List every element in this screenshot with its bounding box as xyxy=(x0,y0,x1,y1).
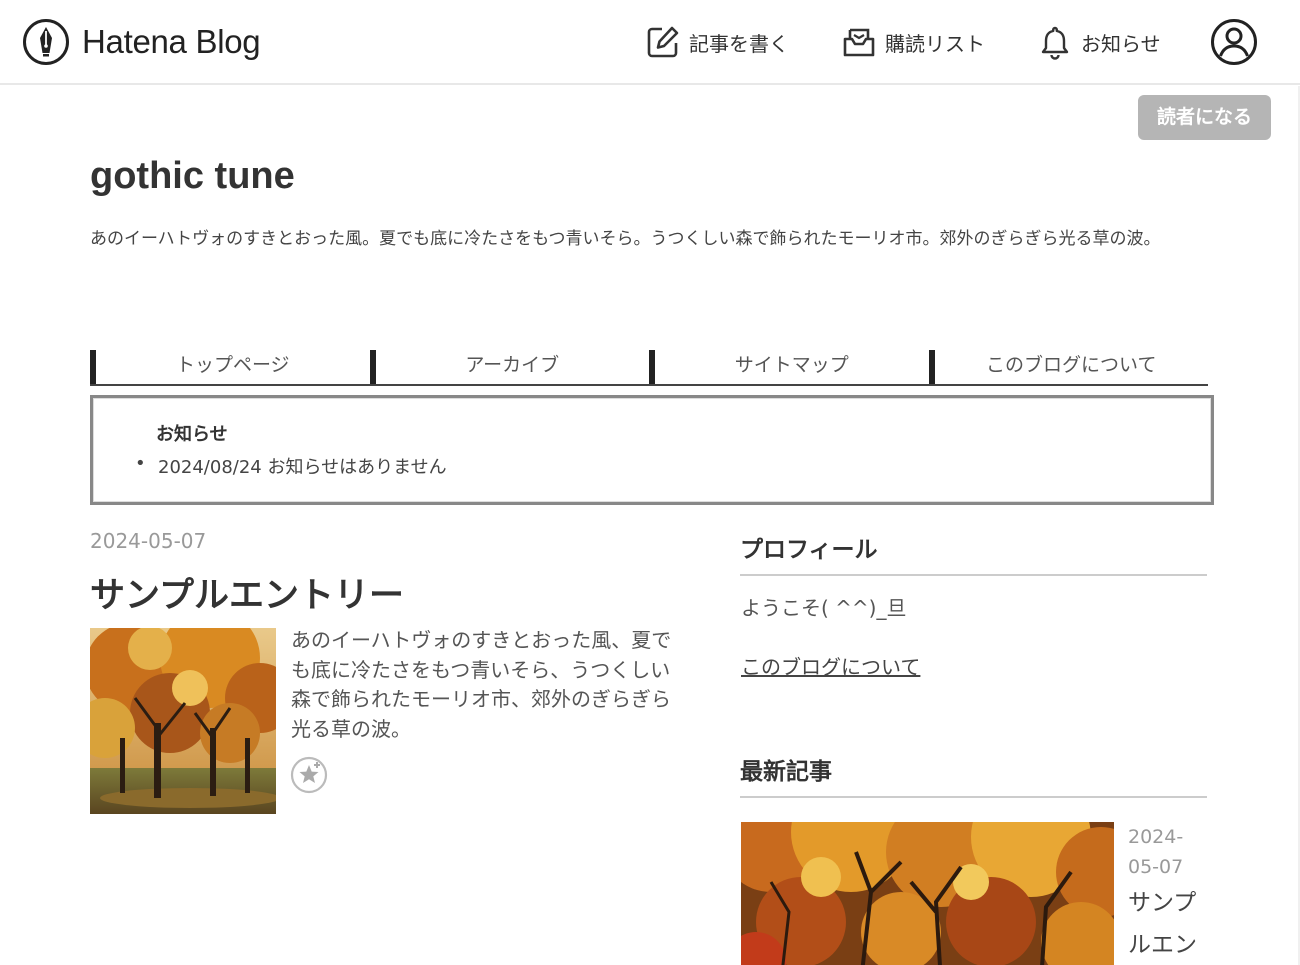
nav-item-top-page[interactable]: トップページ xyxy=(90,350,370,384)
autumn-forest-image xyxy=(741,822,1114,965)
inbox-mail-icon xyxy=(843,28,875,57)
sidebar-profile-heading: プロフィール xyxy=(740,530,1207,576)
subscription-list-button[interactable]: 購読リスト xyxy=(841,20,985,64)
subscription-list-label: 購読リスト xyxy=(885,31,985,56)
notifications-label: お知らせ xyxy=(1081,31,1161,56)
recent-entry-thumbnail[interactable] xyxy=(741,822,1114,965)
blog-title[interactable]: gothic tune xyxy=(90,155,295,198)
global-navigation: トップページ アーカイブ サイトマップ このブログについて xyxy=(90,350,1208,386)
pencil-square-icon xyxy=(647,26,679,58)
notice-heading: お知らせ xyxy=(156,424,228,445)
recent-entry-date: 2024-05-07 xyxy=(1128,826,1184,878)
nav-item-sitemap[interactable]: サイトマップ xyxy=(649,350,929,384)
sidebar-recent-heading: 最新記事 xyxy=(740,752,1207,798)
user-circle-icon xyxy=(1211,19,1257,65)
about-blog-link[interactable]: このブログについて xyxy=(741,651,920,680)
nav-item-about[interactable]: このブログについて xyxy=(928,350,1209,384)
write-article-label: 記事を書く xyxy=(689,31,789,56)
global-header: Hatena Blog 記事を書く 購読リスト お知らせ xyxy=(0,0,1300,85)
add-star-button[interactable] xyxy=(290,756,328,794)
entry-title[interactable]: サンプルエントリー xyxy=(90,567,404,618)
hatena-blog-logo[interactable]: Hatena Blog xyxy=(22,18,261,66)
entry-summary: あのイーハトヴォのすきとおった風、夏でも底に冷たさをもつ青いそら、うつくしい森で… xyxy=(291,628,672,741)
recent-entry-title[interactable]: サンプルエン xyxy=(1128,882,1208,965)
nav-item-archive[interactable]: アーカイブ xyxy=(369,350,650,384)
become-reader-button[interactable]: 読者になる xyxy=(1138,95,1271,140)
bell-icon xyxy=(1041,26,1069,60)
hatena-pen-logo-icon xyxy=(23,19,69,65)
write-article-button[interactable]: 記事を書く xyxy=(645,20,789,64)
entry-date[interactable]: 2024-05-07 xyxy=(90,529,206,553)
profile-text: ようこそ( ^^)_旦 xyxy=(741,596,907,620)
notice-box: お知らせ 2024/08/24 お知らせはありません xyxy=(90,395,1214,505)
notice-item: 2024/08/24 お知らせはありません xyxy=(135,453,447,479)
user-menu-button[interactable] xyxy=(1210,18,1258,66)
notice-list: 2024/08/24 お知らせはありません xyxy=(135,453,447,479)
add-star-icon xyxy=(290,756,328,794)
logo-text: Hatena Blog xyxy=(82,23,261,60)
autumn-trees-image xyxy=(90,628,276,814)
notifications-button[interactable]: お知らせ xyxy=(1037,20,1161,64)
entry-thumbnail[interactable] xyxy=(90,628,276,814)
blog-description: あのイーハトヴォのすきとおった風。夏でも底に冷たさをもつ青いそら。うつくしい森で… xyxy=(90,229,1161,249)
